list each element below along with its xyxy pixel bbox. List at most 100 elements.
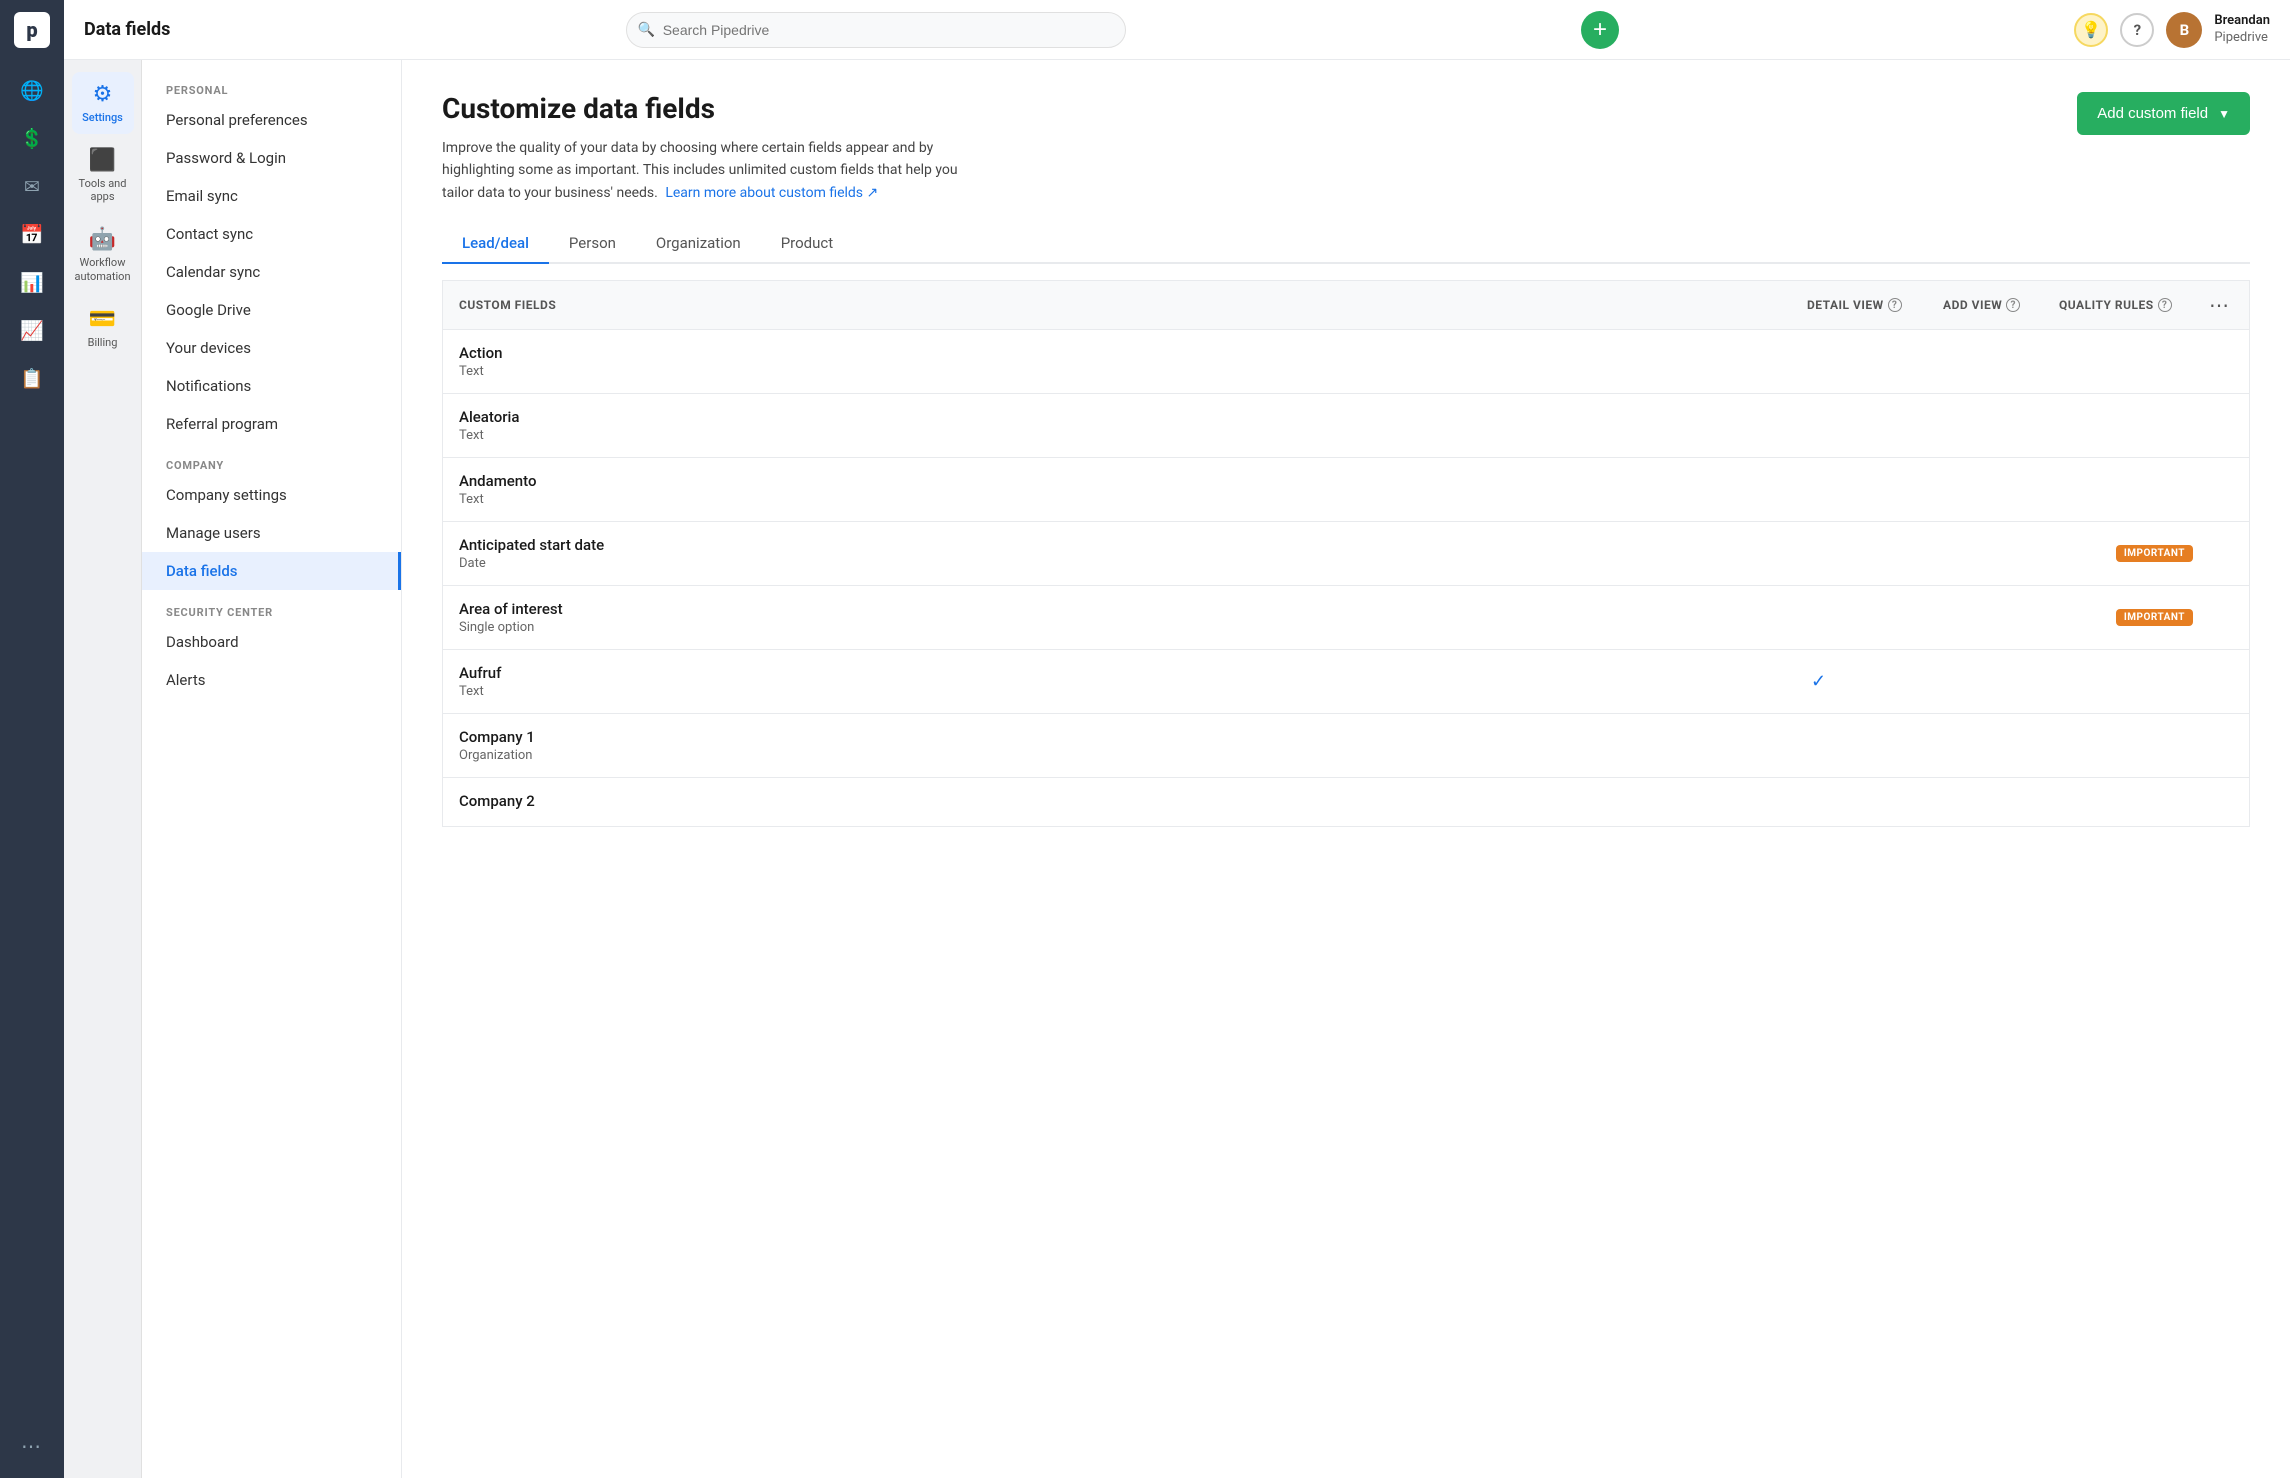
quality-rules-help-icon[interactable]: ? [2158, 298, 2172, 312]
field-info: Area of interest Single option [459, 600, 1795, 635]
field-row-aufruf: Aufruf Text ✓ [442, 649, 2250, 713]
col-header-quality-rules: QUALITY RULES ? [2059, 298, 2189, 312]
settings-icon-sidebar: ⚙ Settings ⬛ Tools and apps 🤖 Workflow a… [64, 60, 142, 1478]
nav-section-personal: PERSONAL [142, 76, 401, 101]
add-custom-field-label: Add custom field [2097, 105, 2208, 122]
add-custom-field-button[interactable]: Add custom field ▼ [2077, 92, 2250, 135]
nav-link-alerts[interactable]: Alerts [142, 661, 401, 699]
page-header-text: Customize data fields Improve the qualit… [442, 92, 982, 204]
settings-label: Settings [82, 111, 123, 124]
nav-link-calendar-sync[interactable]: Calendar sync [142, 253, 401, 291]
tab-organization[interactable]: Organization [636, 224, 761, 264]
important-badge-anticipated: IMPORTANT [2116, 545, 2193, 562]
billing-label: Billing [88, 336, 118, 349]
nav-link-email-sync[interactable]: Email sync [142, 177, 401, 215]
table-more-menu[interactable]: ⋯ [2205, 293, 2233, 317]
field-name: Action [459, 344, 1795, 362]
field-name: Aufruf [459, 664, 1795, 682]
add-button[interactable]: + [1581, 11, 1619, 49]
field-type: Organization [459, 748, 1795, 763]
field-name: Company 1 [459, 728, 1795, 746]
page-description: Improve the quality of your data by choo… [442, 137, 982, 204]
nav-item-calendar[interactable]: 📅 [10, 212, 54, 256]
field-row-company-2: Company 2 [442, 777, 2250, 827]
table-header: CUSTOM FIELDS DETAIL VIEW ? ADD VIEW ? Q… [442, 280, 2250, 329]
settings-nav: PERSONAL Personal preferences Password &… [142, 60, 402, 1478]
avatar[interactable]: B [2166, 12, 2202, 48]
field-row-area-of-interest: Area of interest Single option IMPORTANT [442, 585, 2250, 649]
nav-link-data-fields[interactable]: Data fields [142, 552, 401, 590]
nav-link-company-settings[interactable]: Company settings [142, 476, 401, 514]
nav-item-files[interactable]: 📋 [10, 356, 54, 400]
field-name: Company 2 [459, 792, 1795, 810]
settings-icon-settings[interactable]: ⚙ Settings [72, 72, 134, 134]
user-info: Breandan Pipedrive [2214, 13, 2270, 47]
nav-item-mail[interactable]: ✉ [10, 164, 54, 208]
field-info: Aleatoria Text [459, 408, 1795, 443]
nav-link-notifications[interactable]: Notifications [142, 367, 401, 405]
field-type: Date [459, 556, 1795, 571]
field-type: Single option [459, 620, 1795, 635]
col-header-add-view: ADD VIEW ? [1943, 298, 2043, 312]
search-input[interactable] [626, 12, 1126, 48]
nav-link-manage-users[interactable]: Manage users [142, 514, 401, 552]
field-info: Anticipated start date Date [459, 536, 1795, 571]
nav-more-dots[interactable]: ⋯ [13, 1426, 51, 1466]
left-nav: p 🌐 💲 ✉ 📅 📊 📈 📋 ⋯ [0, 0, 64, 1478]
page-header: Customize data fields Improve the qualit… [442, 92, 2250, 204]
field-name: Aleatoria [459, 408, 1795, 426]
field-row-company-1: Company 1 Organization [442, 713, 2250, 777]
add-view-help-icon[interactable]: ? [2006, 298, 2020, 312]
checkmark-aufruf: ✓ [1811, 671, 1826, 692]
field-info: Aufruf Text [459, 664, 1795, 699]
field-row-andamento: Andamento Text [442, 457, 2250, 521]
user-company: Pipedrive [2214, 30, 2270, 47]
search-bar: 🔍 [626, 12, 1126, 48]
add-custom-field-chevron: ▼ [2218, 107, 2230, 121]
tab-lead-deal[interactable]: Lead/deal [442, 224, 549, 264]
nav-link-your-devices[interactable]: Your devices [142, 329, 401, 367]
tips-icon[interactable]: 💡 [2074, 13, 2108, 47]
page-title: Data fields [84, 19, 170, 40]
field-row-aleatoria: Aleatoria Text [442, 393, 2250, 457]
tools-label: Tools and apps [76, 177, 130, 203]
billing-icon: 💳 [89, 307, 116, 332]
nav-link-personal-preferences[interactable]: Personal preferences [142, 101, 401, 139]
settings-icon-billing[interactable]: 💳 Billing [72, 297, 134, 359]
field-info: Action Text [459, 344, 1795, 379]
detail-view-help-icon[interactable]: ? [1888, 298, 1902, 312]
help-icon[interactable]: ? [2120, 13, 2154, 47]
nav-link-dashboard[interactable]: Dashboard [142, 623, 401, 661]
nav-item-reports[interactable]: 📊 [10, 260, 54, 304]
field-type: Text [459, 428, 1795, 443]
nav-item-deals[interactable]: 💲 [10, 116, 54, 160]
workflow-label: Workflow automation [74, 256, 130, 282]
main-content: Customize data fields Improve the qualit… [402, 60, 2290, 1478]
nav-link-password-login[interactable]: Password & Login [142, 139, 401, 177]
nav-item-insights[interactable]: 📈 [10, 308, 54, 352]
nav-item-globe[interactable]: 🌐 [10, 68, 54, 112]
important-badge-area: IMPORTANT [2116, 609, 2193, 626]
settings-icon-workflow[interactable]: 🤖 Workflow automation [72, 217, 134, 292]
nav-link-google-drive[interactable]: Google Drive [142, 291, 401, 329]
nav-section-company: COMPANY [142, 443, 401, 476]
workflow-icon: 🤖 [89, 227, 116, 252]
tab-person[interactable]: Person [549, 224, 636, 264]
col-header-custom-fields: CUSTOM FIELDS [459, 298, 1791, 312]
field-info: Company 1 Organization [459, 728, 1795, 763]
gear-icon: ⚙ [93, 82, 113, 107]
field-name: Anticipated start date [459, 536, 1795, 554]
settings-icon-tools[interactable]: ⬛ Tools and apps [72, 138, 134, 213]
nav-section-security: SECURITY CENTER [142, 590, 401, 623]
tabs-container: Lead/deal Person Organization Product [442, 224, 2250, 264]
field-row-action: Action Text [442, 329, 2250, 393]
col-header-detail-view: DETAIL VIEW ? [1807, 298, 1927, 312]
tab-product[interactable]: Product [761, 224, 853, 264]
field-type: Text [459, 492, 1795, 507]
learn-more-link[interactable]: Learn more about custom fields ↗ [665, 185, 878, 201]
field-name: Andamento [459, 472, 1795, 490]
nav-link-referral-program[interactable]: Referral program [142, 405, 401, 443]
nav-link-contact-sync[interactable]: Contact sync [142, 215, 401, 253]
app-logo[interactable]: p [14, 12, 50, 48]
topbar: Data fields 🔍 + 💡 ? B Breandan Pipedrive [64, 0, 2290, 60]
